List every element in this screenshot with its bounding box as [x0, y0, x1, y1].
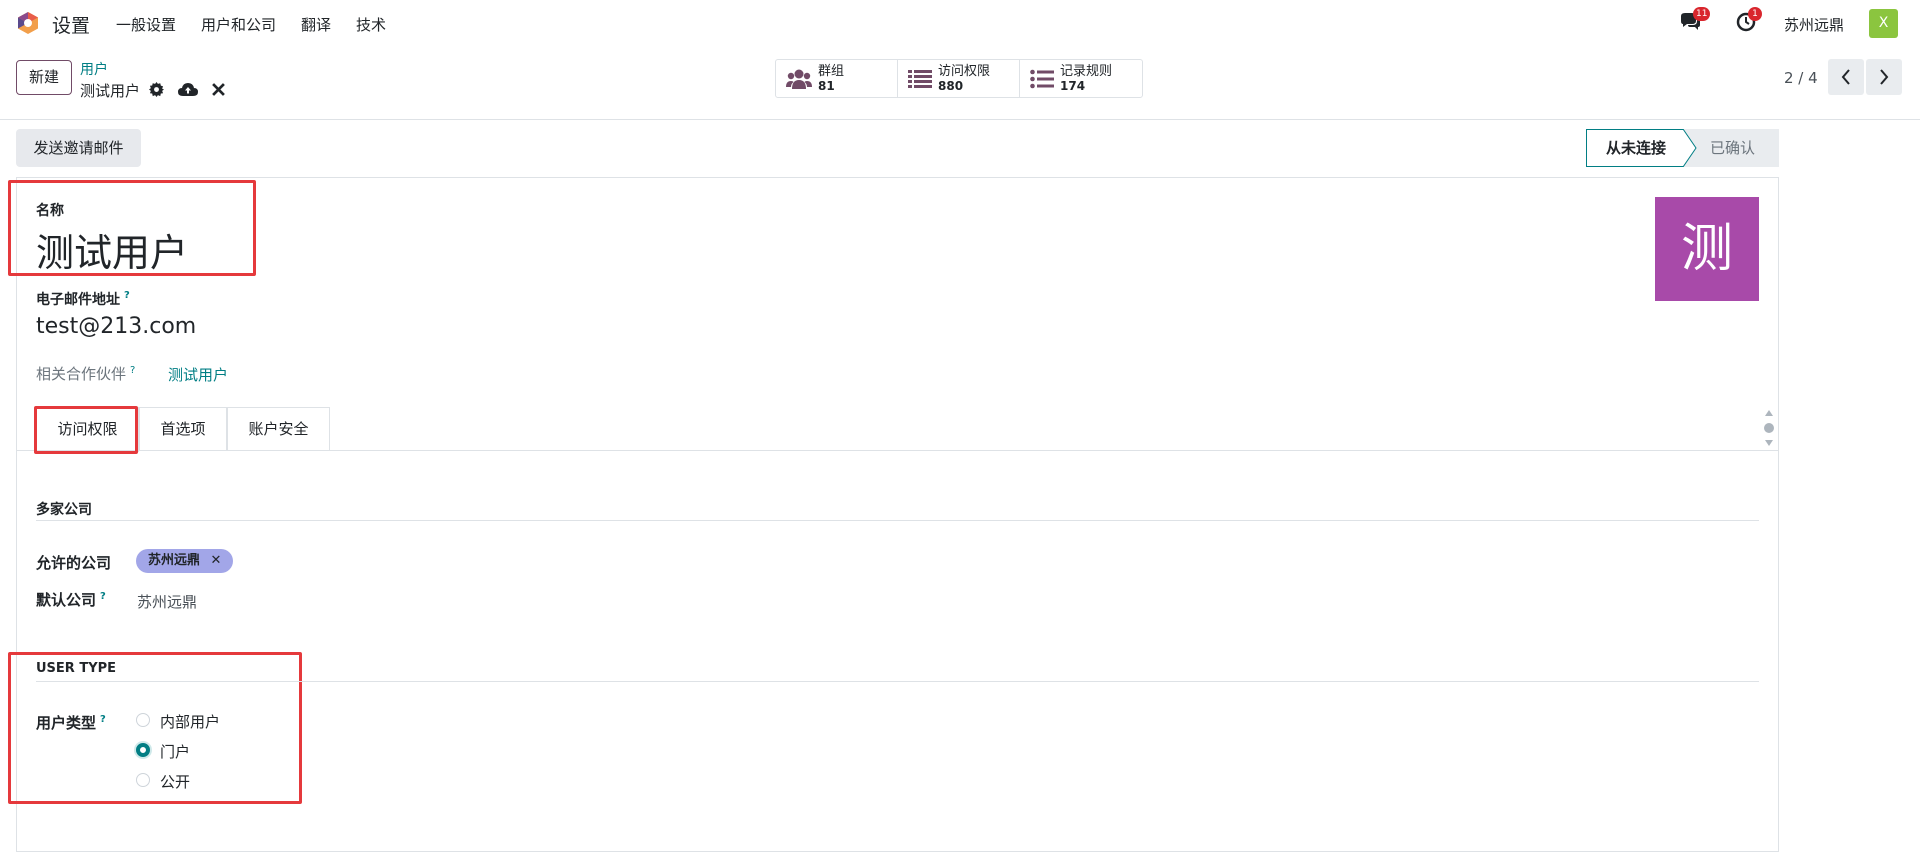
access-rights-count: 880	[938, 78, 964, 93]
record-rules-label: 记录规则	[1060, 63, 1113, 79]
pager-next-button[interactable]	[1866, 59, 1902, 95]
record-rules-count: 174	[1060, 78, 1086, 93]
tab-account-security[interactable]: 账户安全	[227, 407, 330, 451]
app-logo-icon[interactable]	[16, 11, 40, 35]
default-company-label-text: 默认公司	[36, 591, 97, 609]
groups-label: 群组	[818, 63, 845, 79]
allowed-companies-label: 允许的公司	[36, 554, 112, 572]
messages-badge: 11	[1693, 7, 1711, 21]
email-help-icon[interactable]: ?	[124, 290, 130, 301]
email-label: 电子邮件地址?	[36, 289, 130, 309]
section-user-type: USER TYPE	[36, 661, 117, 676]
default-company-field[interactable]: 苏州远鼎	[137, 591, 197, 612]
section-divider	[36, 520, 1759, 521]
company-tag: 苏州远鼎 ✕	[136, 549, 234, 573]
app-name[interactable]: 设置	[52, 11, 90, 38]
chevron-left-icon	[1841, 69, 1850, 85]
scroll-indicator[interactable]	[1763, 408, 1775, 452]
section-multi-company: 多家公司	[36, 502, 92, 518]
record-rules-smart-button[interactable]: 记录规则 174	[1020, 60, 1142, 97]
send-invitation-button[interactable]: 发送邀请邮件	[16, 129, 141, 167]
access-rights-smart-button[interactable]: 访问权限 880	[898, 60, 1020, 97]
groups-count: 81	[818, 78, 835, 93]
tab-highlight-box	[34, 406, 138, 454]
radio-internal-user-label[interactable]: 内部用户	[160, 711, 220, 732]
company-switcher[interactable]: 苏州远鼎	[1784, 14, 1844, 35]
breadcrumb-parent[interactable]: 用户	[80, 59, 108, 79]
users-icon	[786, 69, 812, 89]
tab-preferences[interactable]: 首选项	[139, 407, 227, 451]
main-menu: 一般设置 用户和公司 翻译 技术	[116, 14, 411, 35]
company-tag-label: 苏州远鼎	[148, 553, 201, 568]
default-company-help-icon[interactable]: ?	[100, 591, 106, 602]
pager-previous-button[interactable]	[1828, 59, 1864, 95]
user-avatar-image[interactable]: 测	[1655, 197, 1759, 301]
radio-internal-user[interactable]	[136, 713, 150, 727]
tabs-divider	[16, 450, 1779, 451]
name-label: 名称	[36, 203, 64, 219]
user-avatar[interactable]: X	[1869, 9, 1898, 38]
gear-icon[interactable]	[149, 82, 164, 97]
partner-help-icon[interactable]: ?	[130, 365, 135, 376]
stage-confirmed: 已确认	[1683, 129, 1779, 167]
record-actions	[149, 82, 225, 97]
chevron-right-icon	[1880, 69, 1889, 85]
menu-translations[interactable]: 翻译	[301, 14, 331, 35]
radio-public[interactable]	[136, 773, 150, 787]
form-statusbar: 发送邀请邮件 已确认 从未连接	[16, 129, 1779, 167]
access-rights-label: 访问权限	[938, 63, 991, 79]
name-input[interactable]: 测试用户	[36, 222, 188, 277]
menu-users-companies[interactable]: 用户和公司	[201, 14, 276, 35]
top-navbar: 设置 一般设置 用户和公司 翻译 技术 11 1 苏州远鼎 X	[0, 0, 1920, 46]
breadcrumb-current: 测试用户	[80, 82, 141, 100]
new-button[interactable]: 新建	[16, 60, 72, 95]
list-ul-icon	[1030, 69, 1054, 88]
stage-never-connected: 从未连接	[1586, 129, 1683, 167]
partner-label: 相关合作伙伴?	[36, 363, 135, 384]
discard-icon[interactable]	[212, 83, 225, 96]
user-type-help-icon[interactable]: ?	[100, 714, 106, 725]
cloud-save-icon[interactable]	[178, 82, 198, 97]
menu-general-settings[interactable]: 一般设置	[116, 14, 176, 35]
tag-remove-icon[interactable]: ✕	[211, 553, 222, 568]
stage-arrow	[1683, 129, 1697, 167]
user-type-label-text: 用户类型	[36, 714, 97, 732]
radio-portal[interactable]	[136, 743, 150, 757]
default-company-label: 默认公司?	[36, 589, 106, 610]
user-type-label: 用户类型?	[36, 712, 106, 733]
radio-public-label[interactable]: 公开	[160, 771, 190, 792]
email-label-text: 电子邮件地址	[36, 292, 120, 308]
partner-label-text: 相关合作伙伴	[36, 365, 127, 383]
scroll-arrows-icon	[1764, 410, 1774, 446]
control-panel: 新建 用户 测试用户 群组 81 访问权限 880 记录规则 174 2 / 4	[0, 46, 1920, 120]
list-icon	[908, 69, 932, 88]
radio-portal-label[interactable]: 门户	[160, 741, 190, 762]
activity-button[interactable]: 1	[1736, 7, 1762, 36]
menu-technical[interactable]: 技术	[356, 14, 386, 35]
partner-link[interactable]: 测试用户	[168, 364, 228, 385]
groups-smart-button[interactable]: 群组 81	[776, 60, 898, 97]
section-divider	[36, 681, 1759, 682]
email-input[interactable]: test@213.com	[36, 314, 196, 339]
smart-buttons: 群组 81 访问权限 880 记录规则 174	[775, 59, 1143, 98]
activity-badge: 1	[1748, 7, 1762, 21]
messages-button[interactable]: 11	[1679, 7, 1711, 36]
pager-value[interactable]: 2 / 4	[1784, 69, 1818, 87]
